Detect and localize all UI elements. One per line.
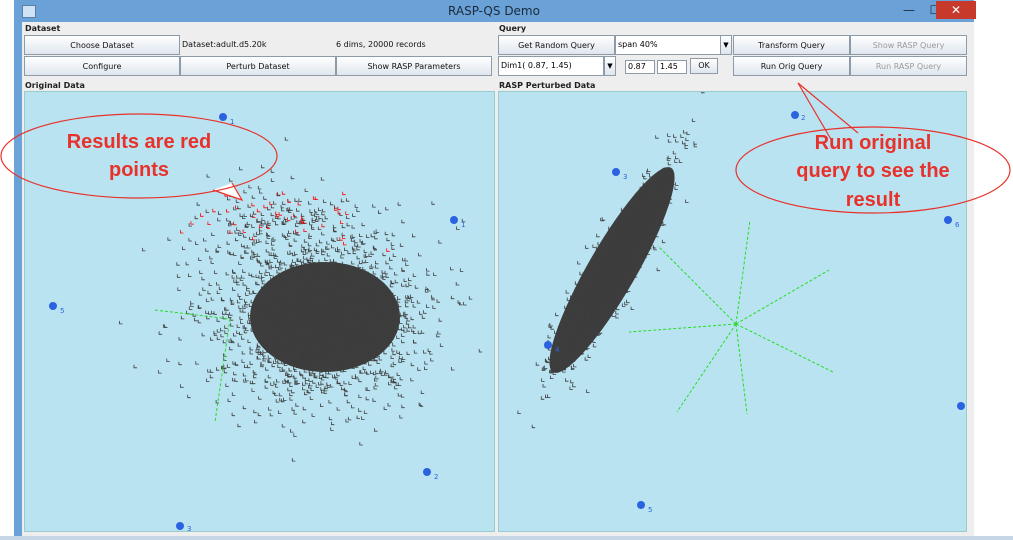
callout-line: Results are red	[67, 131, 212, 153]
right-callout: Run original query to see the result	[735, 82, 1011, 214]
callout-line: Run original	[815, 132, 932, 154]
callout-line: query to see the	[796, 160, 949, 182]
left-callout: Results are red points	[0, 113, 278, 202]
annotation-overlay: Results are red points Run original quer…	[0, 82, 1011, 214]
callout-line: result	[846, 189, 901, 211]
callout-bubble	[0, 113, 278, 199]
callout-line: points	[109, 159, 169, 181]
taskbar-strip	[0, 536, 1013, 540]
